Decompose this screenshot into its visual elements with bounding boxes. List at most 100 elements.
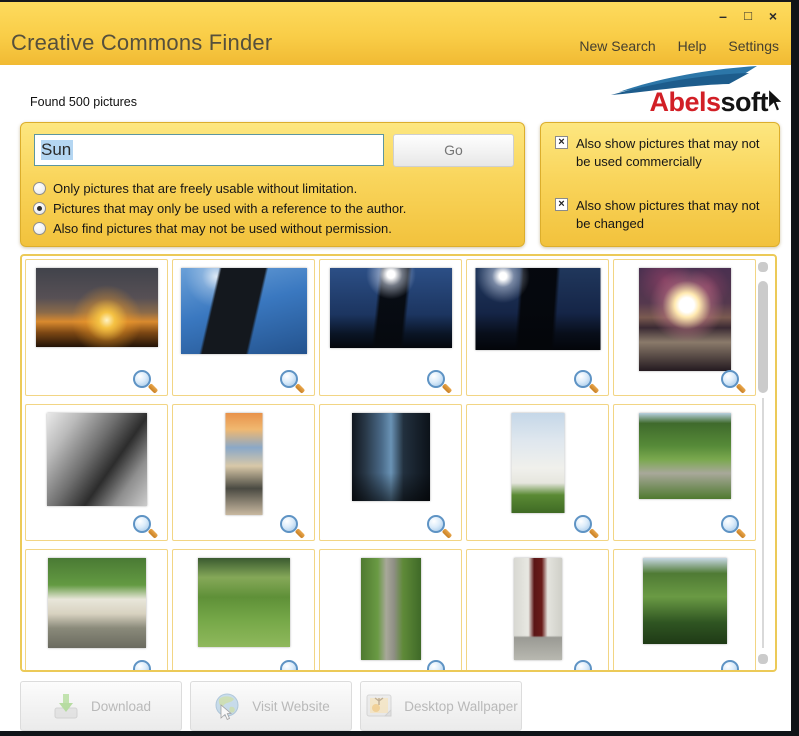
radio-label: Pictures that may only be used with a re… xyxy=(53,201,406,216)
window-border-bottom xyxy=(0,731,799,736)
checkbox-checked-icon[interactable]: × xyxy=(555,198,568,211)
scroll-up-button[interactable] xyxy=(758,262,768,272)
magnifier-icon[interactable] xyxy=(721,515,739,533)
visit-website-label: Visit Website xyxy=(252,699,330,714)
picture-card[interactable] xyxy=(319,404,462,541)
thumbnail-tree-trunk-foliage[interactable] xyxy=(361,558,421,660)
logo-cursor-icon xyxy=(766,89,785,113)
magnifier-icon[interactable] xyxy=(427,660,445,672)
magnifier-icon[interactable] xyxy=(574,370,592,388)
checkbox-label: Also show pictures that may not be chang… xyxy=(576,197,765,233)
app-title: Creative Commons Finder xyxy=(11,30,272,56)
go-button[interactable]: Go xyxy=(393,134,514,167)
minimize-button[interactable]: – xyxy=(715,8,731,24)
magnifier-icon[interactable] xyxy=(574,515,592,533)
radio-icon[interactable] xyxy=(33,222,46,235)
search-input[interactable]: Sun xyxy=(34,134,384,166)
title-bar: – □ × Creative Commons Finder New Search… xyxy=(0,2,791,65)
thumbnail-city-street-canyon[interactable] xyxy=(352,413,430,501)
picture-card[interactable] xyxy=(172,549,315,672)
license-radio-option[interactable]: Also find pictures that may not be used … xyxy=(33,220,392,236)
visit-website-button[interactable]: Visit Website xyxy=(190,681,352,731)
download-label: Download xyxy=(91,699,151,714)
magnifier-icon[interactable] xyxy=(721,370,739,388)
picture-card[interactable] xyxy=(613,549,756,672)
menu-settings[interactable]: Settings xyxy=(728,38,779,54)
download-button[interactable]: Download xyxy=(20,681,182,731)
menu-bar: New Search Help Settings xyxy=(579,38,779,54)
picture-card[interactable] xyxy=(613,404,756,541)
thumbnail-white-castle-tower[interactable] xyxy=(511,413,564,513)
picture-card[interactable] xyxy=(172,259,315,396)
thumbnail-sunset-over-field[interactable] xyxy=(36,268,158,347)
download-icon xyxy=(51,691,81,721)
picture-card[interactable] xyxy=(25,259,168,396)
thumbnail-man-portrait-sunset-sky[interactable] xyxy=(225,413,262,515)
search-query-text: Sun xyxy=(41,140,73,160)
magnifier-icon[interactable] xyxy=(427,515,445,533)
results-panel xyxy=(20,254,777,672)
picture-card[interactable] xyxy=(466,259,609,396)
radio-label: Only pictures that are freely usable wit… xyxy=(53,181,357,196)
radio-selected-icon[interactable] xyxy=(33,202,46,215)
filter-panel: × Also show pictures that may not be used… xyxy=(540,122,780,247)
picture-card[interactable] xyxy=(466,549,609,672)
maximize-button[interactable]: □ xyxy=(740,8,756,24)
result-count-label: Found 500 pictures xyxy=(30,95,137,109)
picture-card[interactable] xyxy=(172,404,315,541)
magnifier-icon[interactable] xyxy=(574,660,592,672)
thumbnail-turf-roof-hut[interactable] xyxy=(48,558,146,648)
thumbnail-hillside-house-path[interactable] xyxy=(198,558,290,647)
filter-checkbox-option[interactable]: × Also show pictures that may not be used… xyxy=(555,135,765,171)
picture-card[interactable] xyxy=(25,404,168,541)
abelssoft-logo: Abelssoft xyxy=(607,64,787,118)
magnifier-icon[interactable] xyxy=(280,660,298,672)
desktop-wallpaper-label: Desktop Wallpaper xyxy=(404,699,518,714)
license-radio-option[interactable]: Pictures that may only be used with a re… xyxy=(33,200,406,216)
globe-icon xyxy=(212,691,242,721)
close-button[interactable]: × xyxy=(765,8,781,24)
filter-checkbox-option[interactable]: × Also show pictures that may not be chan… xyxy=(555,197,765,233)
radio-icon[interactable] xyxy=(33,182,46,195)
thumbnail-bw-woman-in-grass[interactable] xyxy=(47,413,147,506)
desktop-wallpaper-button[interactable]: Desktop Wallpaper xyxy=(360,681,522,731)
scroll-down-button[interactable] xyxy=(758,654,768,664)
thumbnail-sun-over-river-city[interactable] xyxy=(639,268,731,371)
thumbnail-angel-silhouette-sun-top[interactable] xyxy=(330,268,452,348)
checkbox-checked-icon[interactable]: × xyxy=(555,136,568,149)
magnifier-icon[interactable] xyxy=(133,370,151,388)
logo-text-soft: soft xyxy=(721,87,769,117)
magnifier-icon[interactable] xyxy=(721,660,739,672)
menu-new-search[interactable]: New Search xyxy=(579,38,655,54)
scrollbar-track[interactable] xyxy=(762,398,764,648)
picture-card[interactable] xyxy=(319,259,462,396)
license-radio-option[interactable]: Only pictures that are freely usable wit… xyxy=(33,180,357,196)
magnifier-icon[interactable] xyxy=(280,515,298,533)
results-scrollbar[interactable] xyxy=(757,260,769,666)
window-border-right xyxy=(791,0,799,736)
magnifier-icon[interactable] xyxy=(133,515,151,533)
wallpaper-icon xyxy=(364,691,394,721)
checkbox-label: Also show pictures that may not be used … xyxy=(576,135,765,171)
app-window: – □ × Creative Commons Finder New Search… xyxy=(0,0,799,736)
magnifier-icon[interactable] xyxy=(280,370,298,388)
logo-text-abels: Abels xyxy=(649,87,720,117)
window-controls: – □ × xyxy=(715,8,781,24)
picture-card[interactable] xyxy=(466,404,609,541)
menu-help[interactable]: Help xyxy=(678,38,707,54)
thumbnail-house-in-trees[interactable] xyxy=(643,558,727,644)
thumbnail-angel-of-the-north-blue-sky[interactable] xyxy=(181,268,307,354)
logo-wordmark: Abelssoft xyxy=(649,87,787,118)
thumbnail-angel-silhouette-dark[interactable] xyxy=(475,268,600,350)
picture-card[interactable] xyxy=(613,259,756,396)
picture-card[interactable] xyxy=(319,549,462,672)
window-border-top xyxy=(0,0,799,2)
magnifier-icon[interactable] xyxy=(427,370,445,388)
picture-card[interactable] xyxy=(25,549,168,672)
scrollbar-thumb[interactable] xyxy=(758,281,768,393)
radio-label: Also find pictures that may not be used … xyxy=(53,221,392,236)
thumbnail-arched-red-doorway[interactable] xyxy=(514,558,562,660)
thumbnail-park-fork-path[interactable] xyxy=(639,413,731,499)
search-panel: Sun Go Only pictures that are freely usa… xyxy=(20,122,525,247)
magnifier-icon[interactable] xyxy=(133,660,151,672)
